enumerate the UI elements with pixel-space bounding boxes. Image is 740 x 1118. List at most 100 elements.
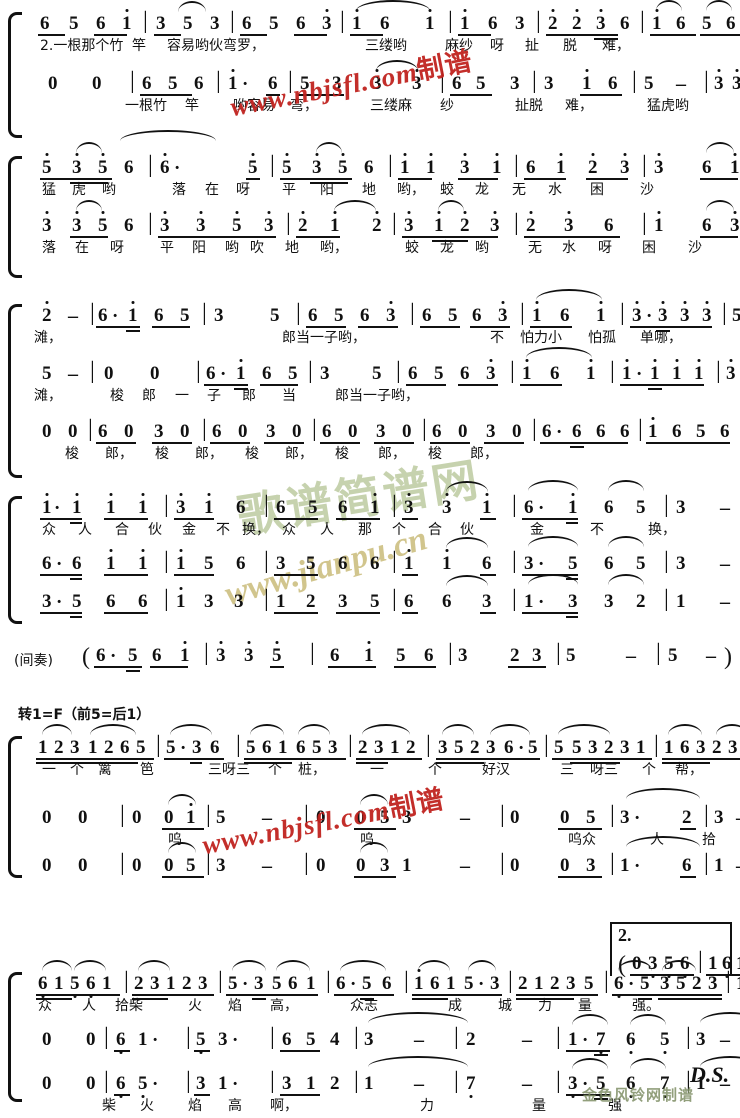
- barline: |: [500, 802, 505, 828]
- note: 2: [182, 973, 192, 994]
- note: 0: [86, 1073, 96, 1094]
- barline: |: [204, 640, 209, 666]
- note: 3: [676, 553, 686, 574]
- note: 3: [482, 591, 492, 612]
- augmentation-dot: ·: [242, 974, 249, 995]
- barline: |: [440, 68, 445, 94]
- lyric-syllable: 个: [268, 762, 282, 778]
- note: 3: [376, 421, 386, 442]
- lyric-syllable: 合: [115, 522, 129, 538]
- voice-row: ( 6 · 5 6 1 | 3 3 5 | 6 1 5 6 | 3 2 3 | …: [0, 640, 740, 690]
- lyric-syllable: 换，: [242, 522, 270, 538]
- barline: |: [410, 300, 415, 326]
- barline: |: [686, 1024, 691, 1050]
- note: 3: [696, 737, 706, 758]
- barline: |: [296, 300, 301, 326]
- note: 6: [672, 421, 682, 442]
- augmentation-dot: ·: [478, 974, 485, 995]
- barline: |: [512, 548, 517, 574]
- voice-row-cont: [20, 12, 740, 58]
- note: 1: [568, 1029, 578, 1050]
- note: 1: [106, 549, 116, 574]
- barline: |: [510, 358, 515, 384]
- note: 6: [626, 1074, 636, 1098]
- note: 3: [632, 301, 642, 326]
- note: 1: [204, 493, 214, 518]
- note: 3: [42, 591, 52, 612]
- note: 2: [306, 591, 316, 612]
- note: 0: [68, 421, 78, 442]
- note: 0: [78, 807, 88, 828]
- barline: |: [704, 802, 709, 828]
- barline: |: [512, 492, 517, 518]
- augmentation-dot: ·: [628, 974, 635, 995]
- note: 6: [370, 553, 380, 574]
- barline: |: [312, 416, 317, 442]
- key-change-label: 转1=F（前5=后1）: [18, 707, 151, 723]
- note: 5: [636, 553, 646, 574]
- augmentation-dot: ·: [54, 498, 61, 519]
- augmentation-dot: ·: [538, 592, 545, 613]
- note: 3: [620, 153, 630, 178]
- note: 3: [150, 973, 160, 994]
- note: 1: [426, 153, 436, 178]
- lyric-syllable: 个: [70, 762, 84, 778]
- lyric-row: 柴 火 焰 高 啊， 力 量 强: [20, 1096, 740, 1118]
- augmentation-dot: ·: [56, 592, 63, 613]
- augmentation-dot: ·: [174, 158, 181, 179]
- note: 1: [138, 493, 148, 518]
- note: 1: [330, 211, 340, 236]
- note: 5: [306, 1029, 316, 1050]
- lyric-syllable: 三呀三: [208, 762, 250, 778]
- note: 0: [150, 363, 160, 384]
- note: 5: [586, 807, 596, 828]
- note: 3: [254, 973, 264, 994]
- note: 1: [736, 954, 740, 974]
- note: 1: [664, 737, 674, 758]
- note: 5: [136, 737, 146, 758]
- barline: |: [422, 416, 427, 442]
- note: 3: [380, 855, 390, 876]
- barline: |: [308, 358, 313, 384]
- note: 1: [102, 973, 112, 994]
- lyric-syllable: 龙: [440, 240, 454, 256]
- note: 6: [194, 73, 204, 94]
- note: 1: [370, 493, 380, 518]
- lyric-syllable: 合: [428, 522, 442, 538]
- note: 6: [72, 553, 82, 574]
- note: 3: [192, 737, 202, 758]
- note: 3: [42, 211, 52, 236]
- lyric-syllable: 三: [560, 762, 574, 778]
- hold-dash: –: [262, 855, 272, 877]
- voice-row: 1 2 3 1 2 6 5 | 5 · 3 6 | 5 6 1 6 5 3 | …: [20, 724, 740, 782]
- hold-dash: –: [68, 305, 78, 327]
- note: 6: [560, 305, 570, 326]
- note: 6: [210, 737, 220, 758]
- note: 1: [556, 153, 566, 178]
- barline: |: [196, 358, 201, 384]
- barline: |: [348, 732, 353, 758]
- lyric-syllable: 郎: [242, 388, 256, 404]
- note: 1: [446, 973, 456, 994]
- note: 6: [608, 73, 618, 94]
- note: 2: [134, 973, 144, 994]
- note: 1: [672, 359, 682, 384]
- note: 1: [434, 211, 444, 236]
- note: 6: [116, 1030, 126, 1054]
- note: 6: [542, 421, 552, 442]
- lyric-syllable: 人: [320, 522, 334, 538]
- note: 6: [152, 645, 162, 666]
- note: 3: [486, 737, 496, 758]
- lyric-row: 猛虎哟 落 在 呀 平 阳 地 哟， 蛟 龙 无 水 困 沙: [20, 180, 740, 202]
- note: 2: [470, 737, 480, 758]
- note: 0: [560, 807, 570, 828]
- note: 1: [482, 493, 492, 518]
- note: 5: [732, 305, 740, 326]
- lyric-syllable: 纱: [440, 98, 454, 114]
- note-row: 3 3 5 6 | 3 3 5 3 | 2 1 2 | 3 1 2 3 | 2 …: [20, 200, 740, 242]
- note: 1: [708, 953, 718, 974]
- lyric-syllable: 阳: [320, 182, 334, 198]
- note: 3: [544, 73, 554, 94]
- hold-dash: –: [460, 807, 470, 829]
- note: 6: [720, 421, 730, 442]
